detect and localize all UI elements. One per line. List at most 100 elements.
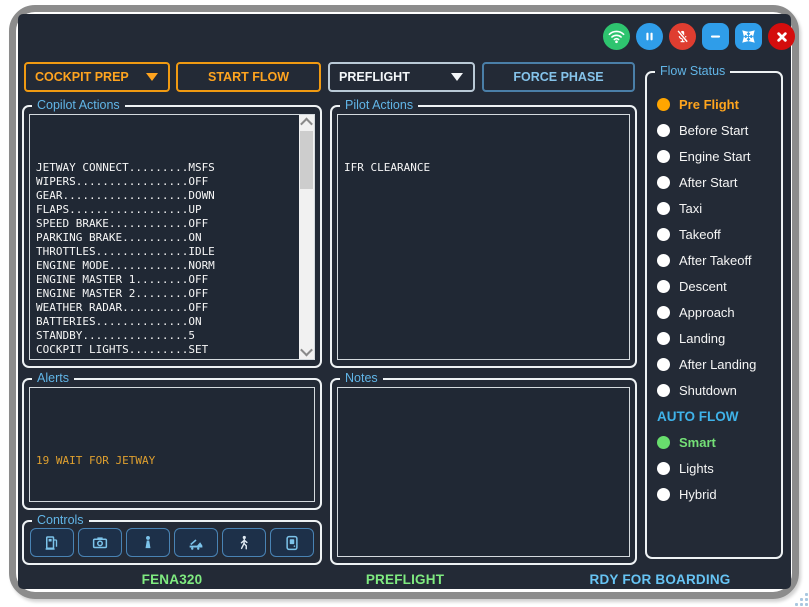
flow-phase-radio[interactable]: After Start — [657, 169, 777, 195]
flow-phase-label: Engine Start — [679, 149, 751, 164]
checklist-row[interactable]: GEAR...................DOWN — [36, 189, 294, 203]
checklist-row[interactable]: ENGINE MASTER 1........OFF — [36, 273, 294, 287]
radio-dot-icon — [657, 98, 670, 111]
pilot-actions-title: Pilot Actions — [340, 97, 418, 114]
checklist-row[interactable]: THROTTLES..............IDLE — [36, 245, 294, 259]
radio-dot-icon — [657, 384, 670, 397]
microphone-mute-button[interactable] — [669, 23, 696, 50]
controls-panel: Controls — [22, 520, 322, 565]
controls-title: Controls — [32, 512, 89, 529]
notes-title: Notes — [340, 370, 383, 387]
checklist-row[interactable]: ENGINE MODE............NORM — [36, 259, 294, 273]
scrollbar[interactable] — [299, 115, 314, 359]
flow-phase-radio[interactable]: Approach — [657, 299, 777, 325]
checklist-row[interactable]: WEATHER RADAR..........OFF — [36, 301, 294, 315]
checklist-row[interactable]: ENGINE MASTER 2........OFF — [36, 287, 294, 301]
door-button[interactable] — [270, 528, 314, 557]
checklist-row[interactable]: PARKING BRAKE..........ON — [36, 231, 294, 245]
radio-dot-icon — [657, 306, 670, 319]
force-phase-label: FORCE PHASE — [513, 70, 603, 84]
close-icon — [773, 28, 791, 46]
auto-flow-label: Smart — [679, 435, 716, 450]
flow-phase-label: Before Start — [679, 123, 748, 138]
pilot-actions-panel: Pilot Actions IFR CLEARANCE — [330, 105, 637, 368]
flow-phase-label: Approach — [679, 305, 735, 320]
checklist-row[interactable]: FLAPS..................UP — [36, 203, 294, 217]
copilot-actions-panel: Copilot Actions JETWAY CONNECT.........M… — [22, 105, 322, 368]
pilot-actions-rows: IFR CLEARANCE — [344, 119, 625, 359]
auto-flow-radio[interactable]: Smart — [657, 429, 777, 455]
radio-dot-icon — [657, 332, 670, 345]
walking-person-button[interactable] — [222, 528, 266, 557]
radio-dot-icon — [657, 124, 670, 137]
notes-textarea[interactable] — [337, 387, 630, 557]
flow-phase-label: Shutdown — [679, 383, 737, 398]
flow-phase-radio[interactable]: After Takeoff — [657, 247, 777, 273]
flow-phase-radio[interactable]: Pre Flight — [657, 91, 777, 117]
auto-flow-radio[interactable]: Hybrid — [657, 481, 777, 507]
flow-phase-radio[interactable]: Descent — [657, 273, 777, 299]
auto-flow-section: AUTO FLOW — [657, 403, 777, 429]
pilot-actions-listbox: IFR CLEARANCE — [337, 114, 630, 360]
checklist-row[interactable]: IFR CLEARANCE — [344, 161, 625, 175]
flow-phase-radio[interactable]: Engine Start — [657, 143, 777, 169]
scroll-up-icon[interactable] — [299, 115, 314, 130]
flow-phase-radio[interactable]: Landing — [657, 325, 777, 351]
copilot-actions-listbox: JETWAY CONNECT.........MSFSWIPERS.......… — [29, 114, 315, 360]
auto-flow-header: AUTO FLOW — [657, 403, 777, 429]
flow-phase-radio[interactable]: Takeoff — [657, 221, 777, 247]
alerts-rows: 19 WAIT FOR JETWAY — [36, 412, 310, 501]
radio-dot-icon — [657, 150, 670, 163]
camera-button[interactable] — [78, 528, 122, 557]
minimize-icon — [707, 28, 724, 45]
phase-select-value: PREFLIGHT — [339, 70, 410, 84]
controls-buttons — [30, 528, 314, 557]
radio-dot-icon — [657, 280, 670, 293]
minimize-button[interactable] — [702, 23, 729, 50]
flow-phase-label: Descent — [679, 279, 727, 294]
checklist-row[interactable]: WIPERS.................OFF — [36, 175, 294, 189]
checklist-row[interactable]: JETWAY CONNECT.........MSFS — [36, 161, 294, 175]
checklist-row[interactable]: BATTERIES..............ON — [36, 315, 294, 329]
flow-phase-radio[interactable]: Taxi — [657, 195, 777, 221]
flow-status-panel: Flow Status Pre Flight Before Start Engi… — [645, 71, 783, 559]
flow-phase-label: Landing — [679, 331, 725, 346]
pushback-truck-button[interactable] — [174, 528, 218, 557]
scroll-down-icon[interactable] — [299, 344, 314, 359]
phase-select[interactable]: PREFLIGHT — [328, 62, 475, 92]
wifi-icon — [607, 27, 626, 46]
radio-dot-icon — [657, 462, 670, 475]
scrollbar-thumb[interactable] — [300, 131, 313, 189]
close-button[interactable] — [768, 23, 795, 50]
status-message: RDY FOR BOARDING — [510, 572, 809, 587]
radio-dot-icon — [657, 488, 670, 501]
fuel-pump-button[interactable] — [30, 528, 74, 557]
force-phase-button[interactable]: FORCE PHASE — [482, 62, 635, 92]
flow-phase-radio[interactable]: Before Start — [657, 117, 777, 143]
auto-flow-radio[interactable]: Lights — [657, 455, 777, 481]
flow-phase-label: After Start — [679, 175, 738, 190]
flashlight-icon — [139, 534, 157, 552]
start-flow-button[interactable]: START FLOW — [176, 62, 321, 92]
flow-phase-radio[interactable]: After Landing — [657, 351, 777, 377]
pause-button[interactable] — [636, 23, 663, 50]
auto-flow-label: Lights — [679, 461, 714, 476]
flow-phase-label: Pre Flight — [679, 97, 739, 112]
checklist-row[interactable]: SPEED BRAKE............OFF — [36, 217, 294, 231]
flow-phase-label: After Landing — [679, 357, 756, 372]
checklist-row[interactable]: COCKPIT LIGHTS.........SET — [36, 343, 294, 357]
maximize-button[interactable] — [735, 23, 762, 50]
checklist-row[interactable]: STANDBY................5 — [36, 329, 294, 343]
resize-grip[interactable] — [796, 594, 808, 606]
flow-status-title: Flow Status — [655, 63, 730, 80]
flashlight-button[interactable] — [126, 528, 170, 557]
alerts-panel: Alerts 19 WAIT FOR JETWAY — [22, 378, 322, 510]
voice-connection-button[interactable] — [603, 23, 630, 50]
checklist-row[interactable]: GROUND POWER UNIT......ON — [36, 357, 294, 359]
radio-dot-icon — [657, 228, 670, 241]
flow-phase-radio[interactable]: Shutdown — [657, 377, 777, 403]
radio-dot-icon — [657, 358, 670, 371]
alert-row: 19 WAIT FOR JETWAY — [36, 454, 310, 468]
flow-select[interactable]: COCKPIT PREP — [24, 62, 170, 92]
radio-dot-icon — [657, 254, 670, 267]
